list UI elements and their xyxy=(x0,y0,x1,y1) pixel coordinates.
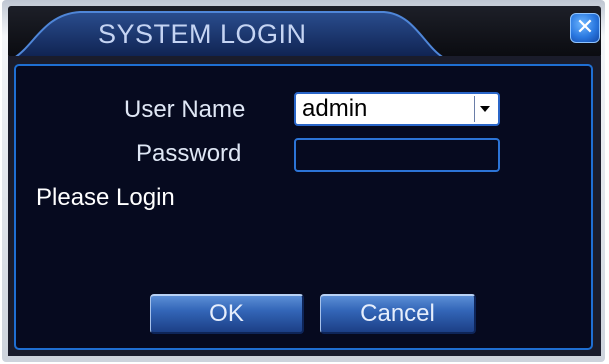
user-name-select[interactable]: admin xyxy=(294,92,500,126)
status-message: Please Login xyxy=(36,184,175,211)
password-field[interactable] xyxy=(294,138,500,172)
ok-button[interactable]: OK xyxy=(150,294,304,334)
user-name-value: admin xyxy=(302,95,368,122)
user-name-label: User Name xyxy=(124,96,246,123)
dialog-title: SYSTEM LOGIN xyxy=(98,19,307,49)
title-tab: SYSTEM LOGIN xyxy=(14,8,444,58)
close-button[interactable]: ✕ xyxy=(570,13,600,43)
cancel-button[interactable]: Cancel xyxy=(320,294,476,334)
login-form: User Name admin Password Please Login OK… xyxy=(14,64,593,350)
login-dialog: SYSTEM LOGIN ✕ User Name admin Password … xyxy=(2,0,605,362)
password-label: Password xyxy=(136,140,242,167)
close-icon: ✕ xyxy=(575,15,595,40)
dialog-body: User Name admin Password Please Login OK… xyxy=(8,56,601,356)
chevron-down-icon[interactable] xyxy=(474,96,496,122)
